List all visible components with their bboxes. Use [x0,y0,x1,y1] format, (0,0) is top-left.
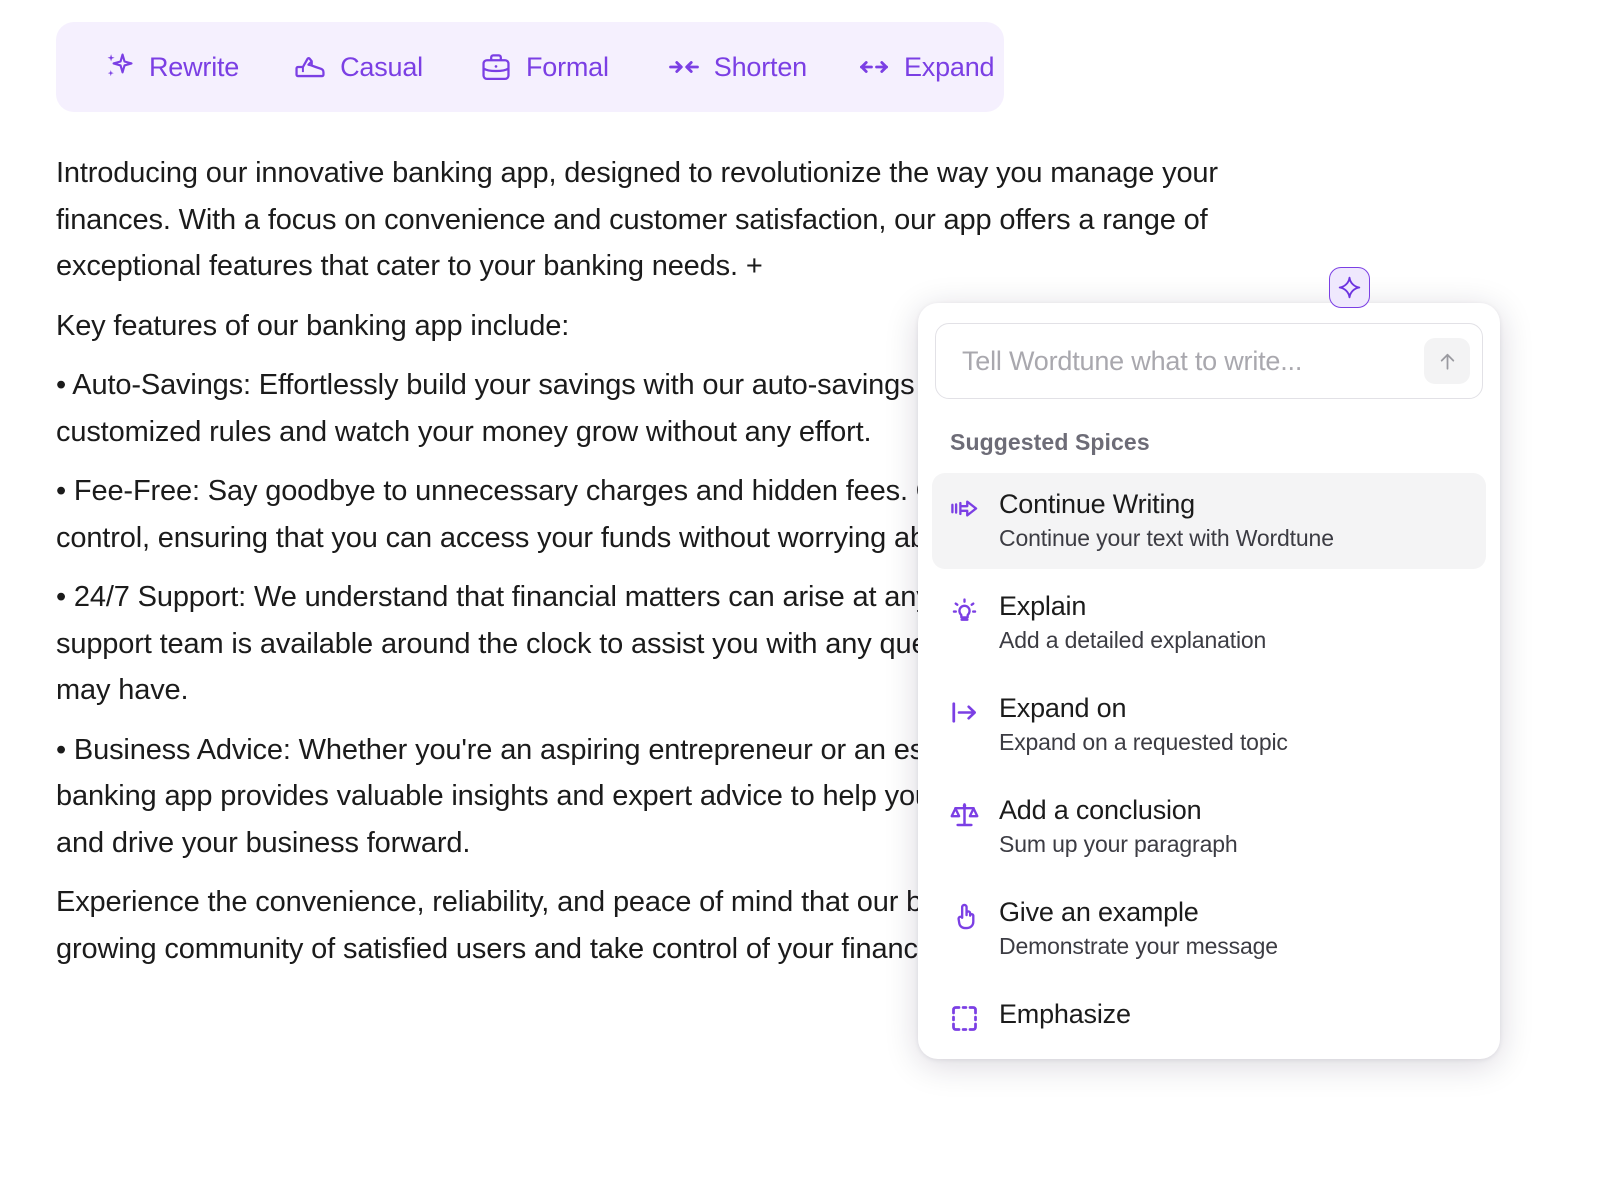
spice-text-group: Add a conclusion Sum up your paragraph [999,794,1238,858]
spice-title: Give an example [999,896,1278,928]
lightbulb-icon [948,594,981,627]
spice-title: Add a conclusion [999,794,1238,826]
prompt-input[interactable] [962,346,1424,377]
spice-item-emphasize[interactable]: Emphasize [932,983,1486,1052]
suggested-spices-panel: Suggested Spices Continue Writing Contin… [918,303,1500,1059]
sneaker-icon [293,50,327,84]
arrows-inward-icon [667,50,701,84]
bar-arrow-right-icon [948,696,981,729]
wordtune-spices-trigger-button[interactable] [1329,267,1370,308]
prompt-input-container[interactable] [935,323,1483,399]
spice-text-group: Explain Add a detailed explanation [999,590,1266,654]
scales-icon [948,798,981,831]
toolbar-label-shorten: Shorten [714,52,807,83]
sparkle-star-icon [1337,275,1362,300]
rewrite-toolbar: Rewrite Casual Formal Shor [56,22,1004,112]
suggested-spices-heading: Suggested Spices [950,429,1150,456]
spice-title: Expand on [999,692,1288,724]
spice-title: Emphasize [999,998,1131,1030]
spice-item-continue-writing[interactable]: Continue Writing Continue your text with… [932,473,1486,569]
spice-title: Explain [999,590,1266,622]
spice-subtitle: Add a detailed explanation [999,626,1266,654]
pointing-hand-icon [948,900,981,933]
arrows-outward-icon [857,50,891,84]
arrow-up-icon [1435,349,1460,374]
spice-text-group: Emphasize [999,998,1131,1034]
toolbar-label-expand: Expand [904,52,994,83]
toolbar-label-casual: Casual [340,52,423,83]
toolbar-button-shorten[interactable]: Shorten [653,44,821,90]
spice-item-explain[interactable]: Explain Add a detailed explanation [932,575,1486,671]
spice-text-group: Continue Writing Continue your text with… [999,488,1334,552]
spice-subtitle: Demonstrate your message [999,932,1278,960]
paragraph-intro-text: Introducing our innovative banking app, … [56,157,1218,282]
spice-subtitle: Sum up your paragraph [999,830,1238,858]
spice-item-add-a-conclusion[interactable]: Add a conclusion Sum up your paragraph [932,779,1486,875]
spice-title: Continue Writing [999,488,1334,520]
toolbar-label-formal: Formal [526,52,609,83]
spice-item-give-an-example[interactable]: Give an example Demonstrate your message [932,881,1486,977]
spice-subtitle: Continue your text with Wordtune [999,524,1334,552]
toolbar-button-rewrite[interactable]: Rewrite [88,44,253,90]
toolbar-label-rewrite: Rewrite [149,52,239,83]
spice-text-group: Give an example Demonstrate your message [999,896,1278,960]
spice-subtitle: Expand on a requested topic [999,728,1288,756]
wordtune-editor-screen: Rewrite Casual Formal Shor [0,0,1600,1188]
toolbar-button-casual[interactable]: Casual [279,44,437,90]
send-prompt-button[interactable] [1424,338,1470,384]
spices-list: Continue Writing Continue your text with… [918,473,1500,1058]
insert-cursor-marker[interactable]: + [746,250,763,282]
dashed-box-icon [948,1002,981,1035]
toolbar-button-expand[interactable]: Expand [843,44,1008,90]
spice-text-group: Expand on Expand on a requested topic [999,692,1288,756]
briefcase-icon [479,50,513,84]
paragraph-intro: Introducing our innovative banking app, … [56,150,1276,290]
sparkle-icon [102,50,136,84]
toolbar-button-formal[interactable]: Formal [465,44,623,90]
spice-item-expand-on[interactable]: Expand on Expand on a requested topic [932,677,1486,773]
fast-forward-arrow-icon [948,492,981,525]
